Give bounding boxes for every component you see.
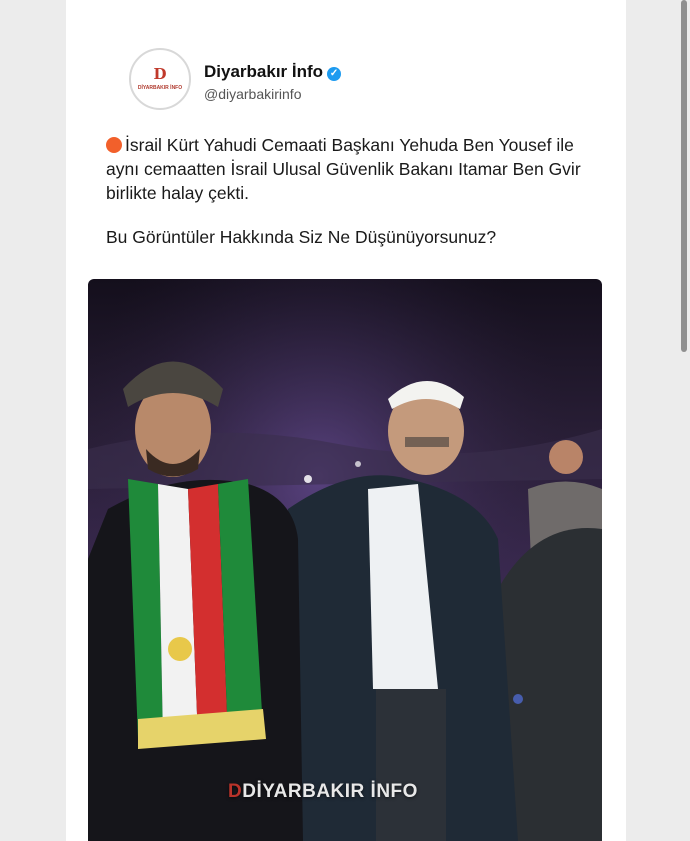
avatar-subtext: DİYARBAKIR İNFO [137, 85, 183, 91]
verified-badge-icon: ✓ [327, 67, 342, 81]
post-card: D DİYARBAKIR İNFO Diyarbakır İnfo ✓ @diya… [66, 0, 626, 841]
video-frame-illustration [88, 279, 602, 841]
video-watermark: DDİYARBAKIR İNFO [228, 781, 418, 803]
post-text: İsrail Kürt Yahudi Cemaati Başkanı Yehud… [106, 133, 606, 249]
scrollbar[interactable] [681, 0, 687, 352]
watermark-logo: D [228, 781, 243, 802]
post-question: Bu Görüntüler Hakkında Siz Ne Düşünüyors… [106, 227, 497, 247]
post-header: D DİYARBAKIR İNFO Diyarbakır İnfo ✓ @diya… [129, 48, 549, 114]
post-body-paragraph: İsrail Kürt Yahudi Cemaati Başkanı Yehud… [106, 133, 606, 205]
post-body: İsrail Kürt Yahudi Cemaati Başkanı Yehud… [106, 135, 581, 203]
account-name[interactable]: Diyarbakır İnfo ✓ [204, 62, 342, 82]
left-gutter [0, 0, 66, 841]
post-video[interactable]: DDİYARBAKIR İNFO [88, 279, 602, 841]
orange-circle-icon [106, 137, 122, 153]
watermark-text: DİYARBAKIR İNFO [242, 781, 418, 802]
account-name-text: Diyarbakır İnfo [204, 62, 324, 81]
avatar-logo: D [153, 65, 167, 83]
avatar[interactable]: D DİYARBAKIR İNFO [129, 48, 191, 110]
account-handle[interactable]: @diyarbakirinfo [204, 86, 301, 102]
right-gutter [626, 0, 690, 841]
